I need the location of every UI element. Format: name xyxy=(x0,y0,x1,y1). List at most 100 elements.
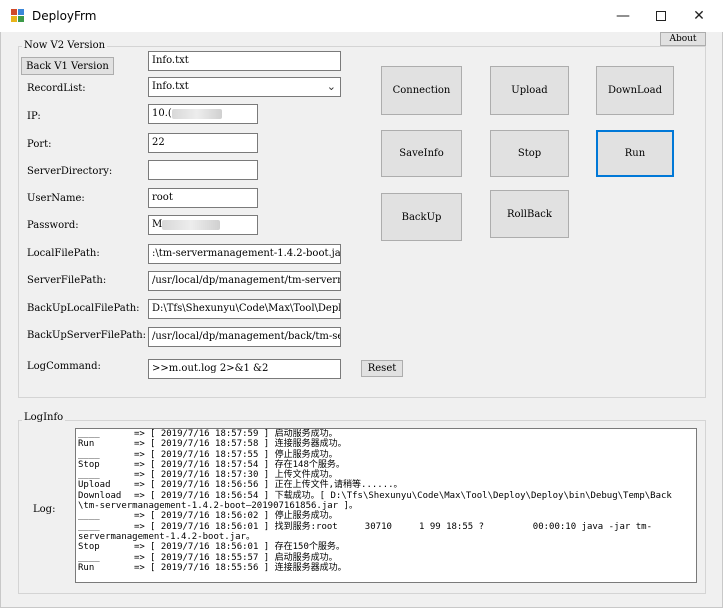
about-button[interactable]: About xyxy=(660,32,706,46)
log-line: Stop => [ 2019/7/16 18:57:54 ] 存在148个服务。 xyxy=(76,460,696,470)
upload-button[interactable]: Upload xyxy=(490,66,569,115)
log-line-text: [ 2019/7/16 18:56:01 ] 存在150个服务。 xyxy=(150,542,345,553)
log-line-text: [ 2019/7/16 18:57:58 ] 连接服务器成功。 xyxy=(150,439,347,450)
port-label: Port: xyxy=(27,139,52,150)
connection-button[interactable]: Connection xyxy=(381,66,462,115)
log-line-tag: Run xyxy=(78,439,95,450)
run-button[interactable]: Run xyxy=(596,130,674,177)
log-line-text: [ 2019/7/16 18:56:01 ] 找到服务:root 30710 1… xyxy=(150,521,652,532)
log-line-arrow: => xyxy=(134,562,145,573)
download-button[interactable]: DownLoad xyxy=(596,66,674,115)
backup-server-file-path-field[interactable]: /usr/local/dp/management/back/tm-serverm… xyxy=(148,327,341,347)
log-line-arrow: => xyxy=(134,511,145,522)
log-line-text: [ 2019/7/16 18:56:02 ] 停止服务成功。 xyxy=(150,511,338,522)
server-directory-field[interactable] xyxy=(148,160,258,180)
log-line-arrow: => xyxy=(134,429,145,439)
log-line-tag: ____ xyxy=(78,521,100,532)
log-line-arrow: => xyxy=(134,470,145,481)
stop-button[interactable]: Stop xyxy=(490,130,569,177)
log-line-tag: Run xyxy=(78,562,95,573)
log-line-tag: Download xyxy=(78,490,122,501)
log-line-arrow: => xyxy=(134,459,145,470)
backup-local-file-path-label: BackUpLocalFilePath: xyxy=(27,303,140,314)
log-line: Run => [ 2019/7/16 18:55:56 ] 连接服务器成功。 xyxy=(76,563,696,573)
app-window-icon xyxy=(11,9,25,22)
server-file-path-field[interactable]: /usr/local/dp/management/tm-servermanage… xyxy=(148,271,341,291)
server-file-path-label: ServerFilePath: xyxy=(27,275,107,286)
log-group-title: LogInfo xyxy=(22,412,66,423)
log-line-arrow: => xyxy=(134,480,145,491)
window-title: DeployFrm xyxy=(32,9,97,23)
log-line-text: servermanagement-1.4.2-boot.jar。 xyxy=(78,531,255,542)
log-line-tag: ____ xyxy=(78,470,100,481)
log-line: Run => [ 2019/7/16 18:57:58 ] 连接服务器成功。 xyxy=(76,439,696,449)
log-line-arrow: => xyxy=(134,542,145,553)
ip-value: 10.( xyxy=(152,108,172,119)
log-line-text: [ 2019/7/16 18:56:56 ] 正在上传文件,请稍等......。 xyxy=(150,480,403,491)
log-line-tag: ____ xyxy=(78,552,100,563)
log-line-text: [ 2019/7/16 18:56:54 ] 下载成功。[ D:\Tfs\She… xyxy=(150,490,672,501)
port-field[interactable]: 22 xyxy=(148,133,258,153)
log-line-arrow: => xyxy=(134,490,145,501)
log-line-arrow: => xyxy=(134,449,145,460)
password-label: Password: xyxy=(27,220,79,231)
version-group-title: Now V2 Version xyxy=(22,40,108,51)
log-line: ____ => [ 2019/7/16 18:56:02 ] 停止服务成功。 xyxy=(76,511,696,521)
backup-local-file-path-field[interactable]: D:\Tfs\Shexunyu\Code\Max\Tool\Deploy xyxy=(148,299,341,319)
log-line-text: [ 2019/7/16 18:57:59 ] 启动服务成功。 xyxy=(150,429,338,439)
backup-button[interactable]: BackUp xyxy=(381,193,462,241)
top-info-field[interactable]: Info.txt xyxy=(148,51,341,71)
log-line: Upload => [ 2019/7/16 18:56:56 ] 正在上传文件,请稍… xyxy=(76,480,696,490)
log-line: Stop => [ 2019/7/16 18:56:01 ] 存在150个服务。 xyxy=(76,542,696,552)
log-line-text: [ 2019/7/16 18:57:54 ] 存在148个服务。 xyxy=(150,459,345,470)
log-line: \tm-servermanagement-1.4.2-boot—20190716… xyxy=(76,501,696,511)
log-command-field[interactable]: >>m.out.log 2>&1 &2 xyxy=(148,359,341,379)
log-line-text: [ 2019/7/16 18:57:30 ] 上传文件成功。 xyxy=(150,470,338,481)
log-line-tag: Stop xyxy=(78,542,100,553)
server-directory-label: ServerDirectory: xyxy=(27,166,113,177)
log-line: ____ => [ 2019/7/16 18:55:57 ] 启动服务成功。 xyxy=(76,553,696,563)
maximize-icon[interactable] xyxy=(642,0,680,32)
local-file-path-label: LocalFilePath: xyxy=(27,248,100,259)
log-command-label: LogCommand: xyxy=(27,361,101,372)
log-line-arrow: => xyxy=(134,552,145,563)
log-line-text: [ 2019/7/16 18:57:55 ] 停止服务成功。 xyxy=(150,449,338,460)
reset-button[interactable]: Reset xyxy=(361,360,403,377)
log-line-tag: Stop xyxy=(78,459,100,470)
back-v1-version-button[interactable]: Back V1 Version xyxy=(21,57,114,75)
record-list-value: Info.txt xyxy=(152,81,189,92)
log-label: Log: xyxy=(33,504,56,515)
log-line: Download => [ 2019/7/16 18:56:54 ] 下载成功。[ … xyxy=(76,491,696,501)
log-line-text: [ 2019/7/16 18:55:57 ] 启动服务成功。 xyxy=(150,552,338,563)
record-list-label: RecordList: xyxy=(27,83,86,94)
log-line-arrow: => xyxy=(134,521,145,532)
save-info-button[interactable]: SaveInfo xyxy=(381,130,462,177)
password-value: M xyxy=(152,219,163,230)
minimize-icon[interactable]: — xyxy=(604,0,642,32)
redaction-blur xyxy=(171,108,222,119)
log-lines: ____ => [ 2019/7/16 18:57:59 ] 启动服务成功。 Run =… xyxy=(76,429,696,573)
ip-label: IP: xyxy=(27,111,41,122)
close-icon[interactable]: ✕ xyxy=(680,0,718,32)
log-line: servermanagement-1.4.2-boot.jar。 xyxy=(76,532,696,542)
title-bar[interactable]: DeployFrm — ✕ xyxy=(0,0,723,32)
log-line-tag: ____ xyxy=(78,449,100,460)
password-field[interactable]: M xyxy=(148,215,258,235)
user-name-field[interactable]: root xyxy=(148,188,258,208)
log-line-tag: Upload xyxy=(78,480,111,491)
chevron-down-icon[interactable]: ⌄ xyxy=(327,78,336,96)
log-line: ____ => [ 2019/7/16 18:57:30 ] 上传文件成功。 xyxy=(76,470,696,480)
log-line: ____ => [ 2019/7/16 18:57:59 ] 启动服务成功。 xyxy=(76,429,696,439)
log-line: ____ => [ 2019/7/16 18:56:01 ] 找到服务:root 3… xyxy=(76,522,696,532)
log-line-tag: ____ xyxy=(78,429,100,439)
log-line-text: [ 2019/7/16 18:55:56 ] 连接服务器成功。 xyxy=(150,562,347,573)
log-line: ____ => [ 2019/7/16 18:57:55 ] 停止服务成功。 xyxy=(76,450,696,460)
log-textarea[interactable]: ____ => [ 2019/7/16 18:57:59 ] 启动服务成功。 Run =… xyxy=(75,428,697,583)
redaction-blur xyxy=(162,219,221,230)
log-line-tag: ____ xyxy=(78,511,100,522)
rollback-button[interactable]: RollBack xyxy=(490,190,569,238)
local-file-path-field[interactable]: :\tm-servermanagement-1.4.2-boot.jar xyxy=(148,244,341,264)
backup-server-file-path-label: BackUpServerFilePath: xyxy=(27,330,147,341)
ip-field[interactable]: 10.( xyxy=(148,104,258,124)
record-list-select[interactable]: Info.txt ⌄ xyxy=(148,77,341,97)
